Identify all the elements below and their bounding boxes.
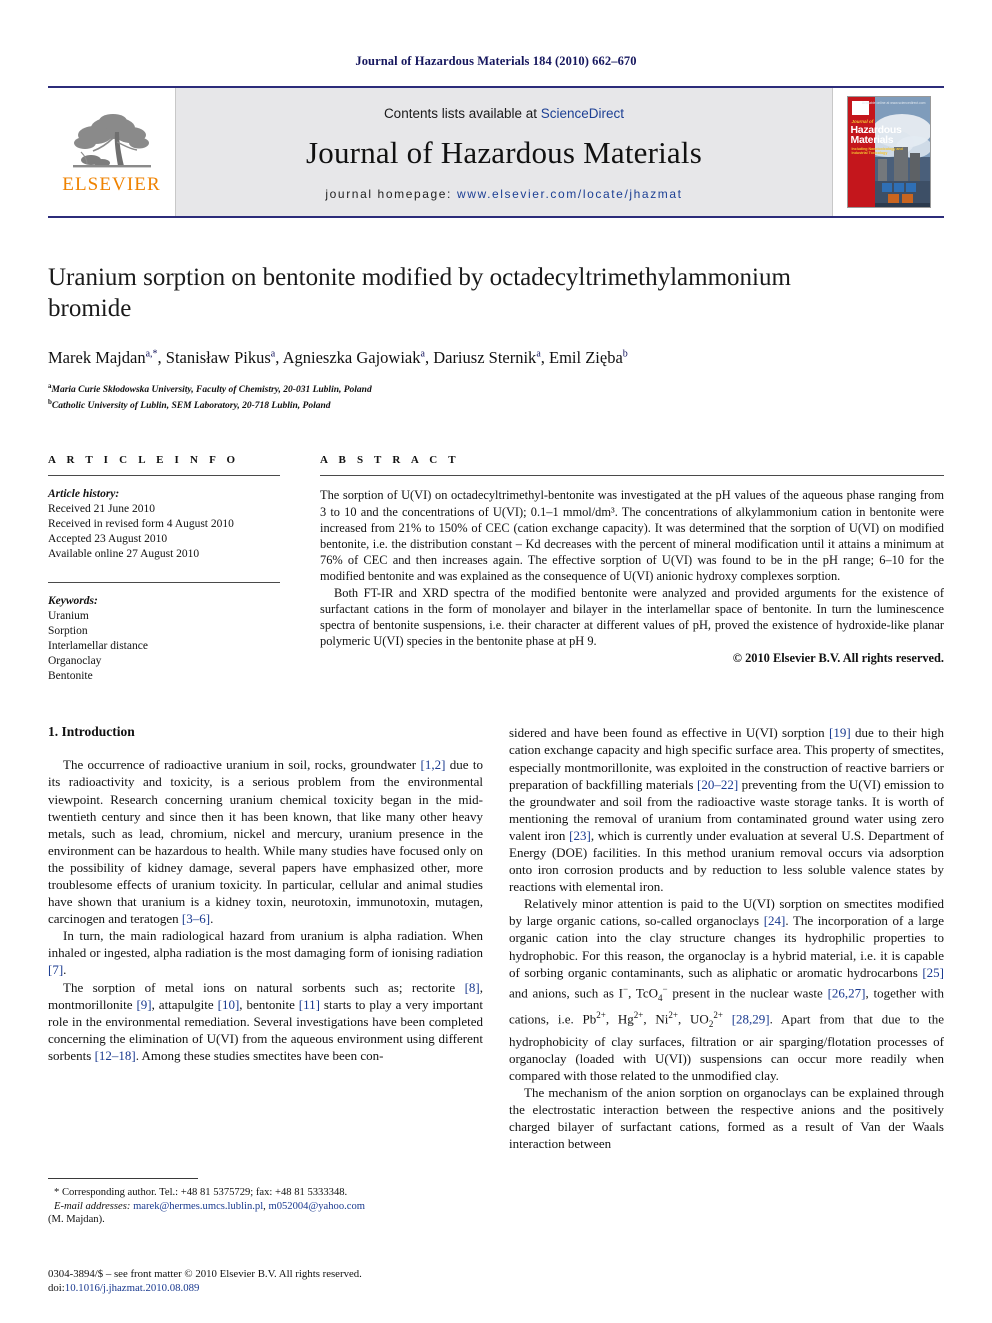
abstract-copyright: © 2010 Elsevier B.V. All rights reserved… (732, 651, 944, 666)
masthead-center: Contents lists available at ScienceDirec… (176, 88, 832, 216)
body-left-column: 1. Introduction The occurrence of radioa… (48, 724, 483, 1152)
journal-cover-thumbnail: Available online at www.sciencedirect.co… (846, 96, 931, 208)
article-info-heading: A R T I C L E I N F O (48, 454, 240, 467)
doi-link[interactable]: 10.1016/j.jhazmat.2010.08.089 (65, 1282, 200, 1294)
info-abstract-region: A R T I C L E I N F O Article history: R… (48, 454, 944, 684)
article-info-column: A R T I C L E I N F O Article history: R… (48, 454, 280, 684)
journal-cover-cell: Available online at www.sciencedirect.co… (832, 88, 944, 216)
abstract-rule (320, 475, 944, 477)
keywords-label: Keywords: (48, 595, 98, 608)
journal-title: Journal of Hazardous Materials (306, 134, 702, 170)
paper-title: Uranium sorption on bentonite modified b… (48, 264, 791, 322)
doi-label: doi: (48, 1282, 65, 1294)
email-owner: (M. Majdan). (48, 1214, 105, 1226)
elsevier-wordmark: ELSEVIER (62, 174, 161, 195)
body-paragraph: The sorption of metal ions on natural so… (48, 979, 483, 1063)
issn-line: 0304-3894/$ – see front matter © 2010 El… (48, 1268, 362, 1280)
article-page: Journal of Hazardous Materials 184 (2010… (0, 0, 992, 1323)
sciencedirect-link[interactable]: ScienceDirect (541, 106, 624, 121)
keywords-rule (48, 582, 280, 584)
history-item: Available online 27 August 2010 (48, 548, 200, 561)
keyword-item: Uranium (48, 610, 89, 623)
title-block: Uranium sorption on bentonite modified b… (48, 262, 944, 412)
cover-title: Hazardous Materials (850, 125, 923, 146)
keyword-item: Sorption (48, 625, 88, 638)
body-paragraph: Relatively minor attention is paid to th… (509, 896, 945, 1083)
affiliation-list: aMaria Curie Skłodowska University, Facu… (48, 380, 944, 412)
journal-homepage-line: journal homepage: www.elsevier.com/locat… (325, 187, 682, 201)
issn-doi-footer: 0304-3894/$ – see front matter © 2010 El… (48, 1267, 483, 1295)
corresponding-author-footnote: * Corresponding author. Tel.: +48 81 537… (48, 1178, 483, 1227)
keyword-item: Interlamellar distance (48, 640, 148, 653)
homepage-url-link[interactable]: www.elsevier.com/locate/jhazmat (457, 187, 683, 201)
affiliation-text-a: Maria Curie Skłodowska University, Facul… (51, 385, 372, 396)
journal-masthead: ELSEVIER Contents lists available at Sci… (48, 86, 944, 218)
body-paragraph: The occurrence of radioactive uranium in… (48, 757, 483, 927)
corresponding-author-line: * Corresponding author. Tel.: +48 81 537… (54, 1187, 348, 1199)
abstract-heading: A B S T R A C T (320, 454, 460, 467)
body-columns: 1. Introduction The occurrence of radioa… (48, 724, 944, 1152)
cover-subtitle: Including Nanotoxicology and Industrial … (851, 147, 903, 156)
history-item: Received 21 June 2010 (48, 503, 155, 516)
abstract-column: A B S T R A C T The sorption of U(VI) on… (320, 454, 944, 684)
elsevier-logo: ELSEVIER (48, 88, 176, 216)
footnote-divider (48, 1178, 198, 1180)
affiliation-b: bCatholic University of Lublin, SEM Labo… (48, 396, 944, 412)
doi-line: doi:10.1016/j.jhazmat.2010.08.089 (48, 1281, 483, 1295)
history-item: Accepted 23 August 2010 (48, 533, 168, 546)
cover-top-text: Available online at www.sciencedirect.co… (861, 101, 926, 105)
affiliation-text-b: Catholic University of Lublin, SEM Labor… (51, 401, 331, 412)
abstract-paragraph: The sorption of U(VI) on octadecyltrimet… (320, 488, 944, 584)
homepage-label: journal homepage: (325, 186, 452, 201)
email-link-secondary[interactable]: m052004@yahoo.com (268, 1201, 365, 1212)
abstract-paragraph: Both FT-IR and XRD spectra of the modifi… (320, 585, 944, 649)
body-paragraph: The mechanism of the anion sorption on o… (509, 1085, 944, 1152)
contents-prefix: Contents lists available at (383, 105, 541, 121)
keyword-item: Organoclay (48, 655, 102, 668)
body-right-column: sidered and have been found as effective… (509, 724, 944, 1152)
history-item: Received in revised form 4 August 2010 (48, 518, 234, 531)
elsevier-tree-icon (72, 114, 151, 168)
article-info-rule (48, 475, 280, 477)
email-addresses-line: E-mail addresses: marek@hermes.umcs.lubl… (48, 1200, 483, 1214)
affiliation-a: aMaria Curie Skłodowska University, Facu… (48, 380, 944, 396)
email-label: E-mail addresses: (54, 1200, 131, 1212)
author-list: Marek Majdana,*, Stanisław Pikusa, Agnie… (48, 348, 628, 367)
running-head: Journal of Hazardous Materials 184 (2010… (355, 54, 637, 68)
contents-available-line: Contents lists available at ScienceDirec… (384, 106, 624, 121)
body-paragraph: sidered and have been found as effective… (509, 725, 944, 895)
cover-title-line2: Materials (850, 134, 894, 146)
article-history-label: Article history: (48, 488, 120, 501)
email-link-primary[interactable]: marek@hermes.umcs.lublin.pl (133, 1201, 263, 1212)
keyword-item: Bentonite (48, 670, 93, 683)
section-heading-introduction: 1. Introduction (48, 724, 135, 740)
body-paragraph: In turn, the main radiological hazard fr… (48, 928, 483, 978)
